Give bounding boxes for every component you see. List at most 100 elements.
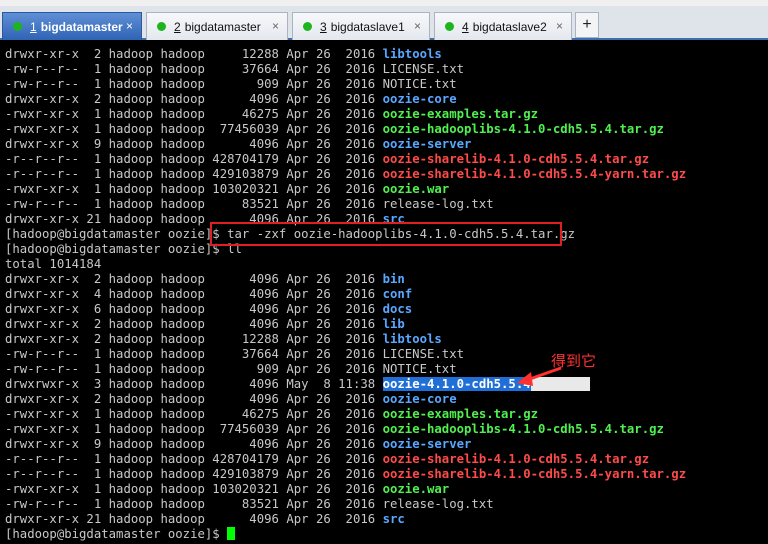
connected-status-icon bbox=[157, 22, 166, 31]
terminal-line: -rw-r--r-- 1 hadoop hadoop 909 Apr 26 20… bbox=[5, 362, 457, 377]
add-tab-button[interactable]: + bbox=[575, 12, 599, 38]
tab-number: 1 bbox=[30, 19, 37, 34]
close-icon[interactable]: × bbox=[126, 19, 133, 33]
terminal-line: -rwxr-xr-x 1 hadoop hadoop 103020321 Apr… bbox=[5, 482, 449, 497]
terminal-line: drwxr-xr-x 9 hadoop hadoop 4096 Apr 26 2… bbox=[5, 437, 471, 452]
file-name-dir: oozie-server bbox=[382, 437, 472, 451]
terminal-line: -rwxr-xr-x 1 hadoop hadoop 46275 Apr 26 … bbox=[5, 407, 538, 422]
terminal-text: -rwxr-xr-x 1 hadoop hadoop 103020321 Apr… bbox=[5, 482, 383, 496]
terminal-text: [hadoop@bigdatamaster oozie]$ ll bbox=[5, 242, 242, 256]
terminal-text: drwxr-xr-x 2 hadoop hadoop 12288 Apr 26 … bbox=[5, 332, 383, 346]
terminal-text: drwxr-xr-x 9 hadoop hadoop 4096 Apr 26 2… bbox=[5, 437, 383, 451]
file-name-hl: oozie-4.1.0-cdh5.5.4 bbox=[382, 377, 531, 391]
file-name-dir: bin bbox=[382, 272, 405, 286]
tab-session-3[interactable]: 3 bigdataslave1 × bbox=[292, 12, 430, 40]
file-name-exe: oozie-examples.tar.gz bbox=[382, 107, 539, 121]
terminal-line: -rwxr-xr-x 1 hadoop hadoop 46275 Apr 26 … bbox=[5, 107, 538, 122]
close-icon[interactable]: × bbox=[414, 19, 421, 33]
terminal-line: drwxr-xr-x 2 hadoop hadoop 4096 Apr 26 2… bbox=[5, 392, 457, 407]
file-name-arc: oozie-sharelib-4.1.0-cdh5.5.4.tar.gz bbox=[382, 152, 650, 166]
terminal-text: drwxr-xr-x 2 hadoop hadoop 4096 Apr 26 2… bbox=[5, 92, 383, 106]
file-name-exe: oozie.war bbox=[382, 482, 450, 496]
tab-session-2[interactable]: 2 bigdatamaster × bbox=[146, 12, 288, 40]
file-name-arc: oozie-sharelib-4.1.0-cdh5.5.4-yarn.tar.g… bbox=[382, 167, 687, 181]
tab-session-4[interactable]: 4 bigdataslave2 × bbox=[434, 12, 572, 40]
close-icon[interactable]: × bbox=[272, 19, 279, 33]
terminal-text: drwxrwxr-x 3 hadoop hadoop 4096 May 8 11… bbox=[5, 377, 383, 391]
terminal-text: -rw-r--r-- 1 hadoop hadoop 909 Apr 26 20… bbox=[5, 77, 457, 91]
terminal-line: drwxr-xr-x 4 hadoop hadoop 4096 Apr 26 2… bbox=[5, 287, 412, 302]
terminal-text: -rwxr-xr-x 1 hadoop hadoop 77456039 Apr … bbox=[5, 122, 383, 136]
terminal-line: -rw-r--r-- 1 hadoop hadoop 83521 Apr 26 … bbox=[5, 197, 494, 212]
tab-number: 2 bbox=[174, 19, 181, 34]
terminal-line: -rwxr-xr-x 1 hadoop hadoop 77456039 Apr … bbox=[5, 122, 664, 137]
terminal-line: drwxr-xr-x 21 hadoop hadoop 4096 Apr 26 … bbox=[5, 512, 405, 527]
terminal-line: -rwxr-xr-x 1 hadoop hadoop 77456039 Apr … bbox=[5, 422, 664, 437]
tab-session-1[interactable]: 1 bigdatamaster × bbox=[2, 12, 142, 40]
terminal-text: -rwxr-xr-x 1 hadoop hadoop 46275 Apr 26 … bbox=[5, 107, 383, 121]
terminal-text: -r--r--r-- 1 hadoop hadoop 429103879 Apr… bbox=[5, 467, 383, 481]
terminal-text: -rwxr-xr-x 1 hadoop hadoop 77456039 Apr … bbox=[5, 422, 383, 436]
terminal-line: total 1014184 bbox=[5, 257, 101, 272]
terminal-text: -rw-r--r-- 1 hadoop hadoop 909 Apr 26 20… bbox=[5, 362, 457, 376]
terminal-text: drwxr-xr-x 4 hadoop hadoop 4096 Apr 26 2… bbox=[5, 287, 383, 301]
connected-status-icon bbox=[303, 22, 312, 31]
annotation-arrow-icon bbox=[517, 366, 562, 386]
terminal-output[interactable]: drwxr-xr-x 2 hadoop hadoop 12288 Apr 26 … bbox=[0, 45, 768, 544]
terminal-line: [hadoop@bigdatamaster oozie]$ ll bbox=[5, 242, 242, 257]
terminal-line: drwxr-xr-x 2 hadoop hadoop 4096 Apr 26 2… bbox=[5, 92, 457, 107]
terminal-line: -r--r--r-- 1 hadoop hadoop 429103879 Apr… bbox=[5, 467, 686, 482]
file-name-dir: libtools bbox=[382, 332, 442, 346]
terminal-cursor bbox=[227, 527, 236, 540]
terminal-line: drwxr-xr-x 2 hadoop hadoop 12288 Apr 26 … bbox=[5, 332, 442, 347]
close-icon[interactable]: × bbox=[556, 19, 563, 33]
connected-status-icon bbox=[13, 22, 22, 31]
terminal-text: total 1014184 bbox=[5, 257, 102, 271]
terminal-text: drwxr-xr-x 2 hadoop hadoop 4096 Apr 26 2… bbox=[5, 392, 383, 406]
file-name-exe: oozie-hadooplibs-4.1.0-cdh5.5.4.tar.gz bbox=[382, 422, 664, 436]
terminal-line: -r--r--r-- 1 hadoop hadoop 428704179 Apr… bbox=[5, 152, 649, 167]
terminal-line: drwxr-xr-x 6 hadoop hadoop 4096 Apr 26 2… bbox=[5, 302, 412, 317]
tab-label: bigdatamaster bbox=[184, 19, 261, 34]
file-name-exe: oozie.war bbox=[382, 182, 450, 196]
terminal-text: -r--r--r-- 1 hadoop hadoop 428704179 Apr… bbox=[5, 152, 383, 166]
file-name-dir: lib bbox=[382, 317, 405, 331]
terminal-line: [hadoop@bigdatamaster oozie]$ bbox=[5, 527, 236, 542]
terminal-line: -r--r--r-- 1 hadoop hadoop 428704179 Apr… bbox=[5, 452, 649, 467]
file-name-dir: oozie-core bbox=[382, 392, 457, 406]
command-highlight-box bbox=[210, 222, 562, 246]
title-strip bbox=[0, 0, 768, 6]
terminal-text: -r--r--r-- 1 hadoop hadoop 429103879 Apr… bbox=[5, 167, 383, 181]
tab-number: 3 bbox=[320, 19, 327, 34]
terminal-text: drwxr-xr-x 2 hadoop hadoop 12288 Apr 26 … bbox=[5, 47, 383, 61]
terminal-line: drwxrwxr-x 3 hadoop hadoop 4096 May 8 11… bbox=[5, 377, 590, 392]
terminal-line: -rwxr-xr-x 1 hadoop hadoop 103020321 Apr… bbox=[5, 182, 449, 197]
terminal-text: -rw-r--r-- 1 hadoop hadoop 83521 Apr 26 … bbox=[5, 197, 494, 211]
terminal-text: -rw-r--r-- 1 hadoop hadoop 83521 Apr 26 … bbox=[5, 497, 494, 511]
file-name-exe: oozie-hadooplibs-4.1.0-cdh5.5.4.tar.gz bbox=[382, 122, 664, 136]
file-name-dir: conf bbox=[382, 287, 413, 301]
file-name-dir: src bbox=[382, 512, 405, 526]
terminal-text: -rw-r--r-- 1 hadoop hadoop 37664 Apr 26 … bbox=[5, 62, 465, 76]
tab-bar: 1 bigdatamaster × 2 bigdatamaster × 3 bi… bbox=[0, 0, 768, 40]
terminal-line: drwxr-xr-x 2 hadoop hadoop 12288 Apr 26 … bbox=[5, 47, 442, 62]
terminal-line: -rw-r--r-- 1 hadoop hadoop 37664 Apr 26 … bbox=[5, 62, 464, 77]
file-name-dir: oozie-server bbox=[382, 137, 472, 151]
file-name-dir: oozie-core bbox=[382, 92, 457, 106]
terminal-text: -rwxr-xr-x 1 hadoop hadoop 46275 Apr 26 … bbox=[5, 407, 383, 421]
tab-label: bigdataslave2 bbox=[472, 19, 547, 34]
file-name-dir: docs bbox=[382, 302, 413, 316]
terminal-text: drwxr-xr-x 9 hadoop hadoop 4096 Apr 26 2… bbox=[5, 137, 383, 151]
terminal-text: -r--r--r-- 1 hadoop hadoop 428704179 Apr… bbox=[5, 452, 383, 466]
terminal-line: -r--r--r-- 1 hadoop hadoop 429103879 Apr… bbox=[5, 167, 686, 182]
terminal-line: drwxr-xr-x 2 hadoop hadoop 4096 Apr 26 2… bbox=[5, 272, 405, 287]
terminal-line: -rw-r--r-- 1 hadoop hadoop 37664 Apr 26 … bbox=[5, 347, 464, 362]
terminal-text: drwxr-xr-x 6 hadoop hadoop 4096 Apr 26 2… bbox=[5, 302, 383, 316]
terminal-line: -rw-r--r-- 1 hadoop hadoop 83521 Apr 26 … bbox=[5, 497, 494, 512]
terminal-text: drwxr-xr-x 21 hadoop hadoop 4096 Apr 26 … bbox=[5, 512, 383, 526]
terminal-line: drwxr-xr-x 2 hadoop hadoop 4096 Apr 26 2… bbox=[5, 317, 405, 332]
terminal-line: -rw-r--r-- 1 hadoop hadoop 909 Apr 26 20… bbox=[5, 77, 457, 92]
connected-status-icon bbox=[445, 22, 454, 31]
file-name-arc: oozie-sharelib-4.1.0-cdh5.5.4-yarn.tar.g… bbox=[382, 467, 687, 481]
terminal-text: drwxr-xr-x 2 hadoop hadoop 4096 Apr 26 2… bbox=[5, 272, 383, 286]
